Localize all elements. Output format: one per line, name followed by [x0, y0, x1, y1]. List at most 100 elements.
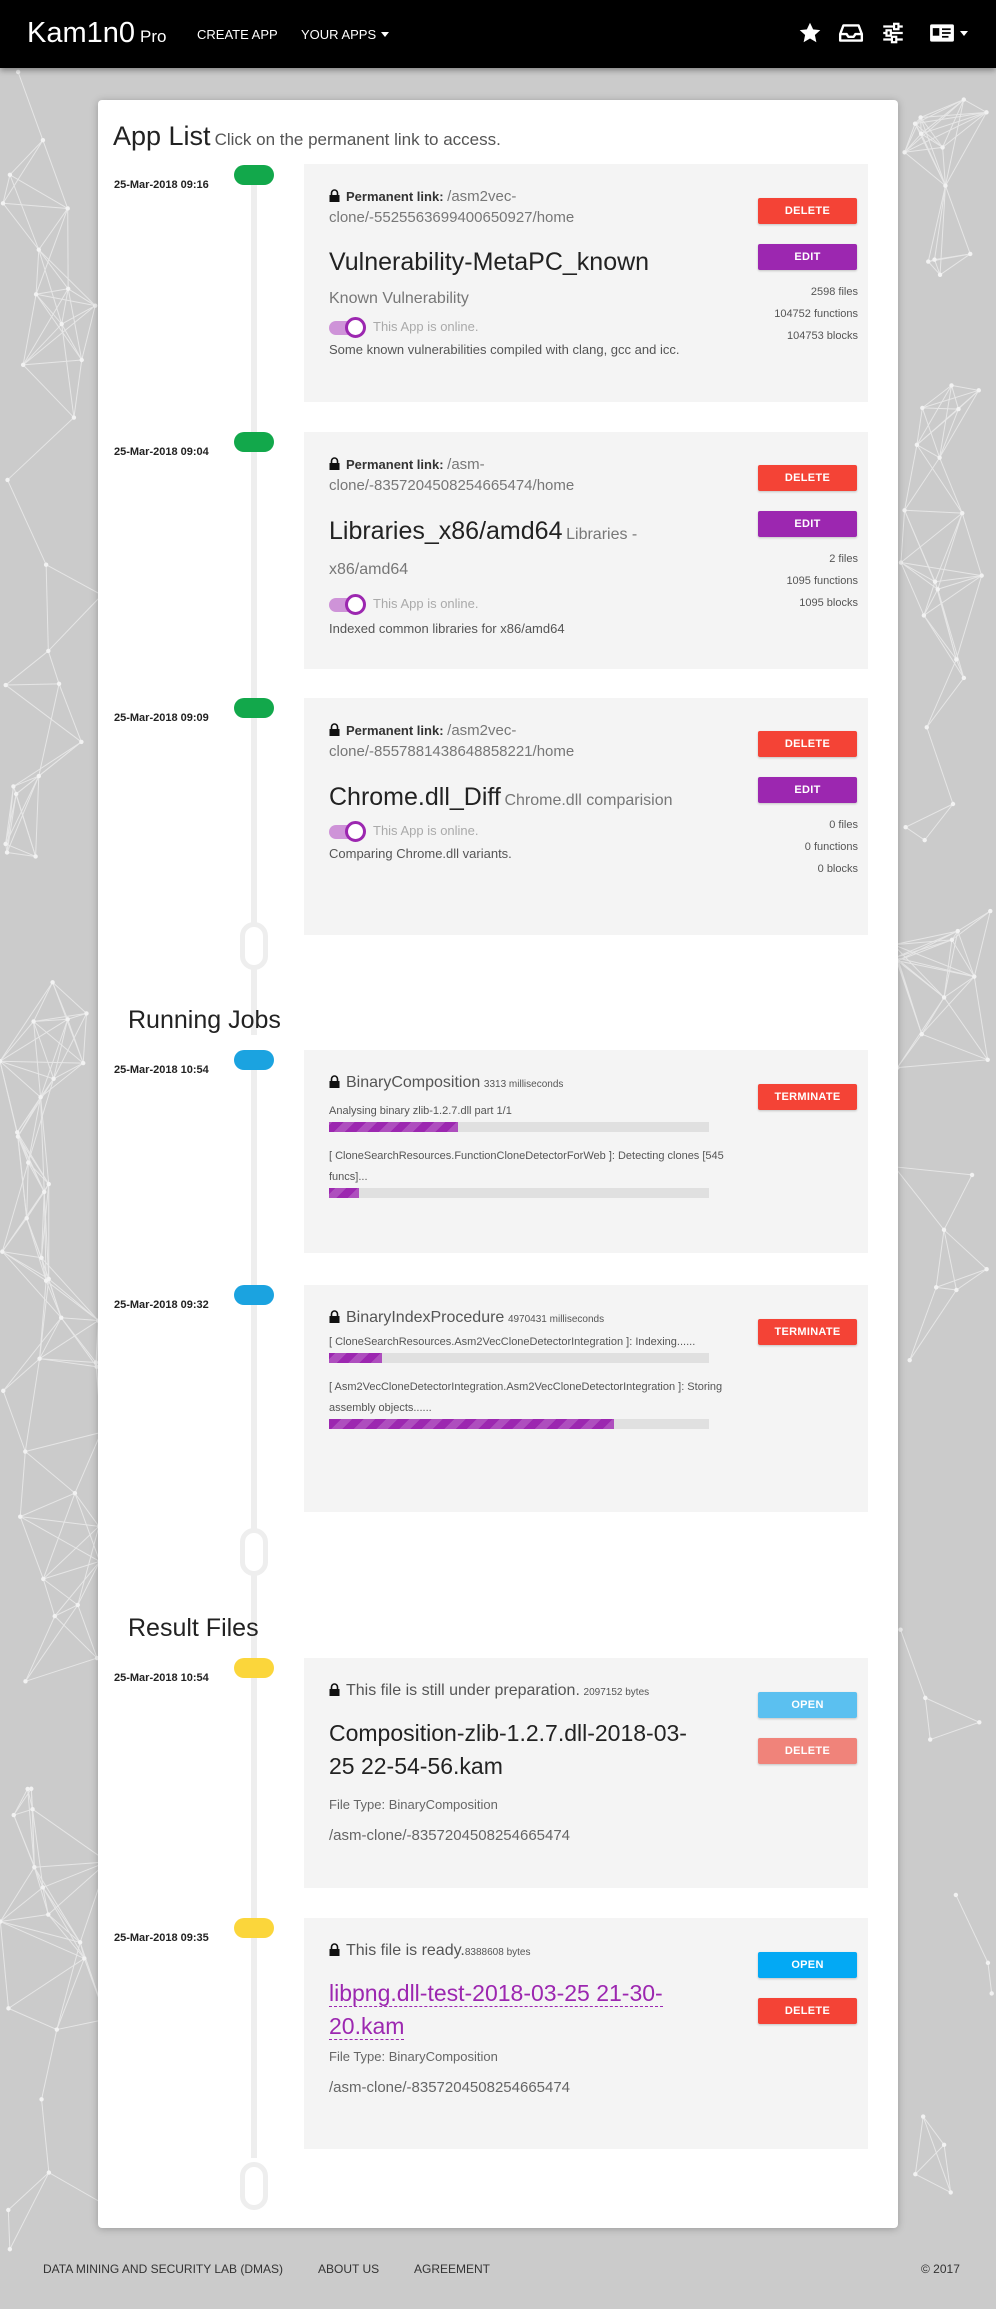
network-line [1, 1162, 29, 1252]
network-line [42, 1492, 76, 1580]
terminate-job-button[interactable]: TERMINATE [758, 1084, 857, 1110]
network-line [52, 982, 69, 1020]
network-line [956, 1268, 987, 1291]
network-line [922, 2116, 952, 2193]
edit-app-button[interactable]: EDIT [758, 244, 857, 270]
timeline-end [240, 1528, 268, 1576]
network-node [5, 477, 10, 483]
network-line [56, 1942, 81, 2030]
permanent-link-label: Permanent link: [346, 457, 444, 472]
open-file-button[interactable]: OPEN [758, 1952, 857, 1978]
result-file-type: File Type: BinaryComposition [329, 1797, 498, 1812]
network-line [5, 650, 49, 686]
open-file-button[interactable]: OPEN [758, 1692, 857, 1718]
network-line [1, 1251, 62, 1319]
network-node [33, 854, 38, 859]
delete-file-button[interactable]: DELETE [758, 1998, 857, 2024]
nav-create-app[interactable]: CREATE APP [197, 27, 278, 42]
job-progress-bar [329, 1419, 709, 1429]
network-line [7, 479, 47, 565]
lock-icon [329, 1075, 340, 1088]
nav-your-apps[interactable]: YOUR APPS [301, 27, 390, 42]
network-line [39, 1358, 96, 1363]
network-line [8, 2007, 58, 2031]
network-line [33, 982, 54, 1022]
online-toggle[interactable] [329, 820, 366, 842]
online-toggle[interactable] [329, 316, 366, 338]
network-line [924, 803, 954, 841]
network-line [74, 1492, 101, 1562]
app-card: Permanent link: /asm2vec-clone/-85578814… [304, 698, 868, 935]
result-file-name: libpng.dll-test-2018-03-25 21-30-20.kam [329, 1980, 663, 2040]
network-line [0, 1060, 54, 1080]
network-node [59, 321, 64, 327]
result-file-link[interactable]: libpng.dll-test-2018-03-25 21-30-20.kam [329, 1977, 708, 2043]
footer-agreement-link[interactable]: AGREEMENT [414, 2262, 490, 2276]
inbox-icon[interactable] [838, 20, 864, 46]
toggle-knob [345, 593, 366, 615]
network-line [41, 2029, 58, 2100]
network-line [2, 1358, 40, 1392]
network-line [74, 1492, 100, 1527]
job-name: BinaryIndexProcedure [346, 1309, 505, 1326]
network-line [48, 1278, 99, 1321]
network-node [919, 1031, 924, 1037]
app-description: Chrome.dll comparision [504, 792, 673, 809]
network-node [46, 1276, 51, 1282]
network-line [923, 615, 965, 679]
online-toggle[interactable] [329, 593, 366, 615]
network-line [22, 364, 75, 418]
toggle-knob [345, 316, 366, 338]
result-status: This file is ready. [346, 1942, 465, 1959]
app-comment: Indexed common libraries for x86/amd64 [329, 620, 565, 636]
network-line [900, 512, 963, 563]
app-list-title: App List [113, 121, 211, 151]
delete-app-button[interactable]: DELETE [758, 198, 857, 224]
files-count: 0 files [829, 819, 858, 831]
network-line [39, 1358, 97, 1368]
footer-lab-link[interactable]: DATA MINING AND SECURITY LAB (DMAS) [43, 2262, 283, 2276]
network-node [46, 648, 51, 654]
edit-app-button[interactable]: EDIT [758, 777, 857, 803]
result-file-path: /asm-clone/-8357204508254665474 [329, 1827, 571, 1844]
result-size: 8388608 bytes [464, 1947, 531, 1958]
footer-about-link[interactable]: ABOUT US [318, 2262, 379, 2276]
sliders-icon[interactable] [880, 20, 906, 46]
network-line [16, 1132, 45, 1193]
network-line [936, 1268, 987, 1288]
delete-file-button[interactable]: DELETE [758, 1738, 857, 1764]
edit-app-button[interactable]: EDIT [758, 511, 857, 537]
star-icon[interactable] [797, 20, 823, 46]
network-node [82, 1956, 87, 1961]
network-node [985, 1960, 991, 1966]
network-line [943, 2144, 952, 2193]
network-node [941, 1227, 947, 1233]
brand-name: Kam1n0 [27, 17, 136, 49]
network-line [905, 803, 954, 828]
network-line [39, 1320, 99, 1360]
network-node [932, 579, 938, 584]
progress-fill [329, 1419, 614, 1429]
network-node [961, 675, 967, 681]
permanent-link[interactable]: Permanent link: /asm-clone/-835720450825… [329, 454, 708, 496]
brand-logo[interactable]: Kam1n0 Pro [27, 17, 166, 50]
network-line [17, 71, 44, 141]
app-date: 25-Mar-2018 09:16 [114, 179, 209, 191]
permanent-link[interactable]: Permanent link: /asm2vec-clone/-85578814… [329, 720, 708, 762]
delete-app-button[interactable]: DELETE [758, 731, 857, 757]
network-line [943, 1229, 987, 1270]
terminate-job-button[interactable]: TERMINATE [758, 1319, 857, 1345]
network-node [902, 150, 907, 155]
network-node [20, 362, 26, 368]
result-date: 25-Mar-2018 10:54 [114, 1672, 209, 1684]
user-menu[interactable] [929, 20, 969, 46]
delete-app-button[interactable]: DELETE [758, 465, 857, 491]
network-node [25, 1786, 30, 1792]
job-header: BinaryIndexProcedure 4970431 millisecond… [329, 1309, 749, 1327]
app-card: Permanent link: /asm2vec-clone/-55255636… [304, 164, 868, 402]
network-line [934, 259, 941, 275]
network-node [921, 613, 927, 618]
permanent-link[interactable]: Permanent link: /asm2vec-clone/-55255636… [329, 186, 708, 228]
main-panel: App List Click on the permanent link to a… [98, 100, 898, 2228]
network-line [904, 509, 963, 514]
